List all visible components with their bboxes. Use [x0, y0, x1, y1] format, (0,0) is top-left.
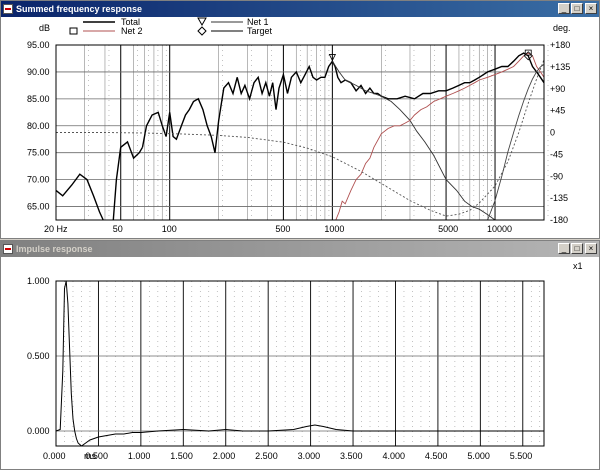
frequency-phase-tick-label: -180 [550, 215, 568, 225]
series-line-total [112, 140, 144, 221]
maximize-button[interactable]: □ [571, 243, 583, 254]
y-axis-unit-deg: deg. [553, 23, 571, 33]
close-button[interactable]: × [585, 243, 597, 254]
app-chart-icon [3, 244, 13, 254]
frequency-x-tick-label: 10000 [487, 224, 512, 234]
frequency-phase-tick-label: +180 [550, 40, 570, 50]
impulse-x-tick-label: 3.000 [298, 451, 321, 461]
impulse-window-titlebar[interactable]: Impulse response _ □ × [1, 241, 599, 257]
frequency-phase-tick-label: +90 [550, 84, 565, 94]
frequency-response-window: Summed frequency response _ □ × 20 Hz 50 1… [0, 0, 600, 239]
legend-net2-square-icon [69, 27, 78, 35]
impulse-x-tick-label: 2.500 [255, 451, 278, 461]
impulse-series-line [55, 280, 544, 447]
minimize-button[interactable]: _ [558, 243, 570, 254]
impulse-x-tick-label: 1.500 [170, 451, 193, 461]
frequency-y-tick-label: 65.00 [27, 202, 50, 212]
frequency-response-chart[interactable]: 20 Hz 50 100 500 1000 5000 10000 65.00 70.00 75.0… [1, 17, 599, 238]
legend-net2-label: Net 2 [121, 26, 143, 36]
maximize-button[interactable]: □ [571, 3, 583, 14]
frequency-window-controls: _ □ × [557, 3, 597, 14]
impulse-y-tick-label: 0.500 [27, 351, 50, 361]
impulse-x-tick-label: 4.500 [425, 451, 448, 461]
frequency-markers [328, 49, 533, 62]
impulse-scale-label: x1 [573, 261, 583, 271]
impulse-x-tick-label: 4.000 [382, 451, 405, 461]
impulse-x-unit-label: ms [84, 451, 96, 461]
frequency-x-tick-label: 1000 [324, 224, 344, 234]
impulse-series [55, 280, 544, 447]
impulse-response-chart[interactable]: 0.000 0.500 1.000 1.500 2.000 2.500 3.000 3.500… [1, 257, 599, 469]
frequency-phase-tick-label: +45 [550, 106, 565, 116]
app-chart-icon [3, 4, 13, 14]
frequency-legend: Total Net 2 Net 1 Target [69, 17, 273, 36]
impulse-window-controls: _ □ × [557, 243, 597, 254]
series-line-phase [56, 59, 545, 217]
legend-target-label: Target [247, 26, 273, 36]
frequency-x-tick-label: 5000 [438, 224, 458, 234]
impulse-response-window: Impulse response _ □ × 0.000 0.500 1.000 1.… [0, 240, 600, 470]
frequency-y-tick-label: 90.00 [27, 67, 50, 77]
impulse-x-tick-label: 5.500 [510, 451, 533, 461]
impulse-x-tick-label: 3.500 [340, 451, 363, 461]
frequency-x-tick-label: 20 Hz [44, 224, 68, 234]
frequency-window-titlebar[interactable]: Summed frequency response _ □ × [1, 1, 599, 17]
frequency-x-tick-label: 500 [275, 224, 290, 234]
frequency-x-tick-label: 100 [162, 224, 177, 234]
frequency-x-tick-label: 50 [113, 224, 123, 234]
frequency-phase-tick-label: -135 [550, 193, 568, 203]
series-line-total [55, 173, 104, 221]
close-button[interactable]: × [585, 3, 597, 14]
frequency-y-tick-label: 75.00 [27, 148, 50, 158]
impulse-y-tick-label: 1.000 [27, 276, 50, 286]
impulse-y-tick-label: 0.000 [27, 426, 50, 436]
frequency-series [55, 52, 545, 221]
frequency-phase-tick-label: +135 [550, 62, 570, 72]
impulse-grid [55, 280, 544, 446]
impulse-x-tick-label: 5.000 [467, 451, 490, 461]
legend-net1-triangle-icon [197, 17, 207, 27]
frequency-window-title: Summed frequency response [16, 4, 143, 14]
frequency-y-tick-label: 70.00 [27, 175, 50, 185]
series-line-total [141, 52, 545, 153]
impulse-x-tick-label: 1.000 [128, 451, 151, 461]
frequency-phase-tick-label: -90 [550, 171, 563, 181]
y-axis-unit-db: dB [39, 23, 50, 33]
impulse-window-title: Impulse response [16, 244, 93, 254]
legend-target-diamond-icon [197, 26, 207, 36]
frequency-y-tick-label: 80.00 [27, 121, 50, 131]
impulse-x-tick-label: 2.000 [213, 451, 236, 461]
frequency-y-tick-label: 95.00 [27, 40, 50, 50]
impulse-x-tick-label: 0.000 [43, 451, 66, 461]
minimize-button[interactable]: _ [558, 3, 570, 14]
series-line-net-1-phase [487, 64, 545, 221]
frequency-phase-tick-label: -45 [550, 149, 563, 159]
impulse-plot-frame [55, 280, 545, 447]
frequency-phase-tick-label: 0 [550, 128, 555, 138]
frequency-tick-labels: 20 Hz 50 100 500 1000 5000 10000 65.00 70.00 75.0… [27, 40, 570, 234]
frequency-y-tick-label: 85.00 [27, 94, 50, 104]
impulse-tick-labels: 0.000 0.500 1.000 1.500 2.000 2.500 3.000 3.500… [27, 276, 532, 461]
